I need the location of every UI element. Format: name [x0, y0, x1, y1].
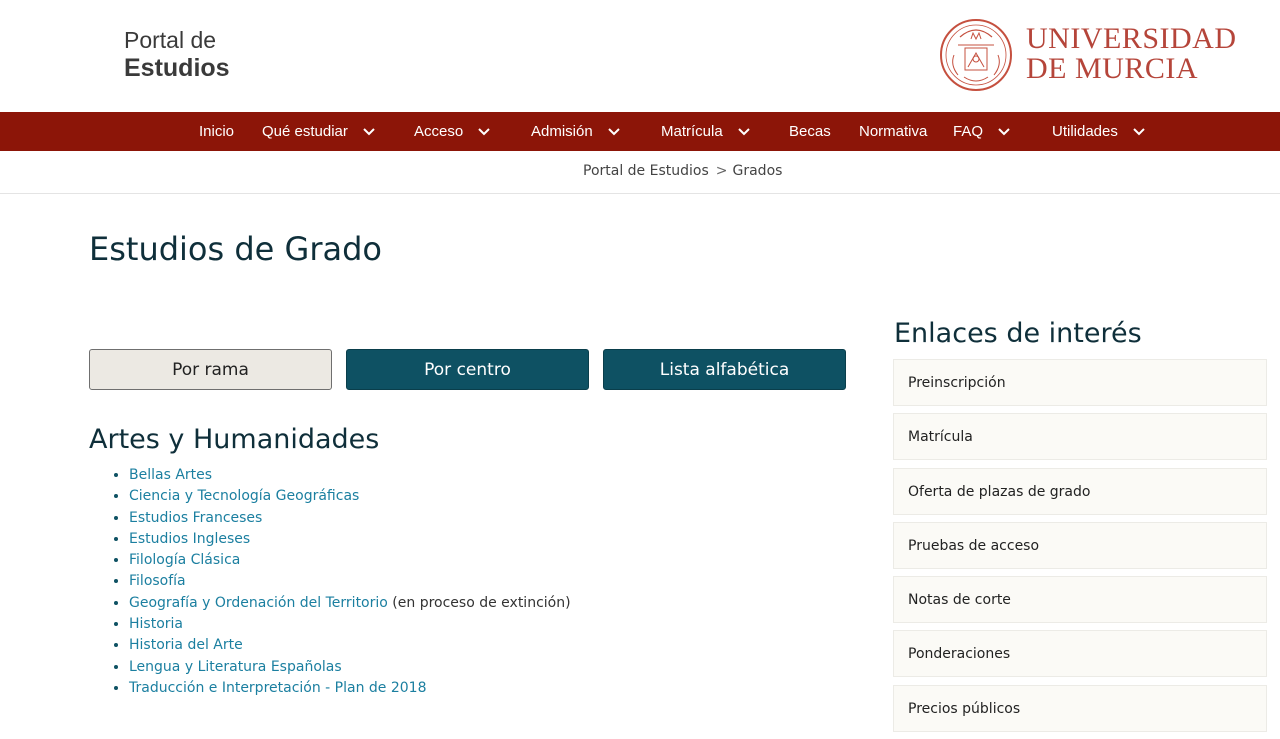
nav-item-label: Matrícula — [661, 123, 723, 140]
degree-link[interactable]: Geografía y Ordenación del Territorio — [129, 595, 388, 611]
list-item: Traducción e Interpretación - Plan de 20… — [129, 679, 571, 700]
list-item: Historia — [129, 615, 571, 636]
sidebar-links: Preinscripción Matrícula Oferta de plaza… — [893, 359, 1267, 739]
list-item: Filosofía — [129, 572, 571, 593]
breadcrumb-current: Grados — [732, 163, 783, 179]
list-item: Geografía y Ordenación del Territorio (e… — [129, 594, 571, 615]
degree-link[interactable]: Filología Clásica — [129, 552, 240, 568]
list-item: Ciencia y Tecnología Geográficas — [129, 487, 571, 508]
degree-link[interactable]: Ciencia y Tecnología Geográficas — [129, 488, 359, 504]
sidebar-link-oferta-plazas[interactable]: Oferta de plazas de grado — [893, 467, 1267, 515]
degree-link[interactable]: Lengua y Literatura Españolas — [129, 659, 342, 675]
degree-link[interactable]: Estudios Franceses — [129, 510, 262, 526]
nav-item-label: Normativa — [859, 123, 928, 140]
degree-list: Bellas Artes Ciencia y Tecnología Geográ… — [113, 466, 571, 700]
main-nav: Inicio Qué estudiar Acceso Admisión Matr… — [0, 112, 1280, 151]
degree-link[interactable]: Historia del Arte — [129, 637, 243, 653]
tab-por-centro[interactable]: Por centro — [346, 349, 589, 390]
breadcrumb-link-portal[interactable]: Portal de Estudios — [583, 163, 709, 179]
sidebar-title: Enlaces de interés — [894, 318, 1142, 349]
portal-logo-line2: Estudios — [124, 54, 230, 82]
sidebar-link-matricula[interactable]: Matrícula — [893, 413, 1267, 461]
nav-item-label: Becas — [789, 123, 831, 140]
chevron-down-icon — [1133, 128, 1145, 136]
nav-item-admision[interactable]: Admisión — [531, 112, 621, 151]
site-header: Portal de Estudios UNIVERSIDAD DE MURCIA — [0, 0, 1280, 112]
nav-item-inicio[interactable]: Inicio — [199, 112, 234, 151]
sidebar-link-notas-corte[interactable]: Notas de corte — [893, 576, 1267, 624]
nav-item-becas[interactable]: Becas — [789, 112, 831, 151]
breadcrumb: Portal de Estudios > Grados — [583, 163, 782, 179]
list-item: Historia del Arte — [129, 636, 571, 657]
chevron-down-icon — [478, 128, 491, 136]
nav-item-label: Utilidades — [1052, 123, 1118, 140]
chevron-right-icon: > — [715, 163, 728, 179]
section-title: Artes y Humanidades — [89, 424, 380, 455]
nav-item-normativa[interactable]: Normativa — [859, 112, 927, 151]
portal-logo-line1: Portal de — [124, 27, 217, 53]
degree-link[interactable]: Estudios Ingleses — [129, 531, 250, 547]
university-name-line1: UNIVERSIDAD — [1026, 22, 1237, 55]
chevron-down-icon — [608, 128, 620, 136]
degree-link[interactable]: Filosofía — [129, 573, 186, 589]
nav-item-label: Acceso — [414, 123, 464, 140]
degree-link[interactable]: Bellas Artes — [129, 467, 212, 483]
degree-status-note: (en proceso de extinción) — [392, 594, 571, 611]
portal-logo[interactable]: Portal de Estudios — [124, 26, 230, 82]
chevron-down-icon — [998, 128, 1010, 136]
sidebar-link-preinscripcion[interactable]: Preinscripción — [893, 359, 1267, 406]
list-item: Filología Clásica — [129, 551, 571, 572]
degree-link[interactable]: Historia — [129, 616, 183, 632]
nav-item-acceso[interactable]: Acceso — [414, 112, 491, 151]
sidebar-link-precios-publicos[interactable]: Precios públicos — [893, 684, 1267, 732]
university-name-line2: DE MURCIA — [1026, 52, 1199, 85]
nav-item-utilidades[interactable]: Utilidades — [1052, 112, 1146, 151]
chevron-down-icon — [363, 128, 375, 136]
list-item: Bellas Artes — [129, 466, 571, 487]
sidebar-link-ponderaciones[interactable]: Ponderaciones — [893, 630, 1267, 678]
list-item: Estudios Ingleses — [129, 530, 571, 551]
university-name[interactable]: UNIVERSIDAD DE MURCIA — [1026, 24, 1237, 84]
nav-item-faq[interactable]: FAQ — [953, 112, 1011, 151]
degree-link[interactable]: Traducción e Interpretación - Plan de 20… — [129, 680, 427, 696]
nav-item-label: Inicio — [199, 123, 235, 140]
list-item: Estudios Franceses — [129, 509, 571, 530]
chevron-down-icon — [738, 128, 750, 136]
sidebar-link-pruebas-acceso[interactable]: Pruebas de acceso — [893, 521, 1267, 569]
list-item: Lengua y Literatura Españolas — [129, 658, 571, 679]
breadcrumb-bar: Portal de Estudios > Grados — [0, 151, 1280, 194]
nav-item-label: Qué estudiar — [262, 123, 348, 140]
nav-item-label: Admisión — [531, 123, 593, 140]
tab-por-rama[interactable]: Por rama — [89, 349, 332, 390]
nav-item-label: FAQ — [953, 123, 984, 140]
nav-item-matricula[interactable]: Matrícula — [661, 112, 751, 151]
page-title: Estudios de Grado — [89, 230, 382, 268]
tab-lista-alfabetica[interactable]: Lista alfabética — [603, 349, 846, 390]
university-seal-icon[interactable] — [938, 17, 1014, 93]
nav-item-que-estudiar[interactable]: Qué estudiar — [262, 112, 376, 151]
